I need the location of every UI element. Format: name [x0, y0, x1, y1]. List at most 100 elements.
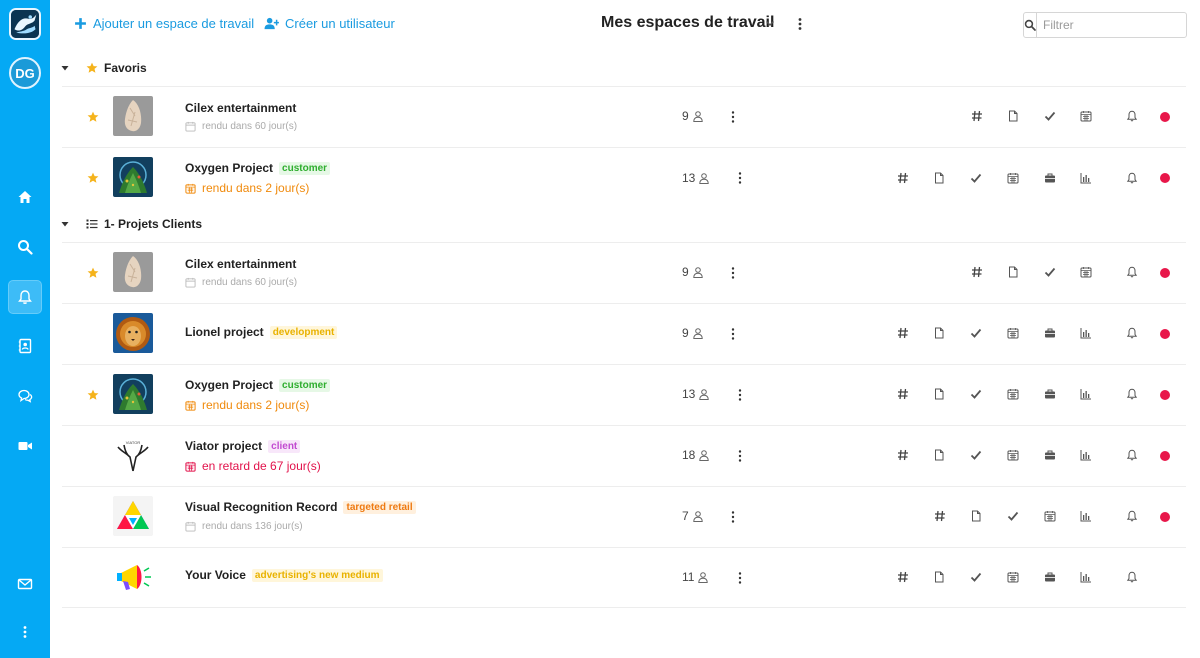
workspace-row[interactable]: Oxygen Project customer rendu dans 2 jour…	[62, 364, 1186, 425]
channels-button[interactable]	[896, 387, 910, 401]
channels-button[interactable]	[970, 265, 984, 279]
members-count[interactable]: 13	[682, 387, 710, 401]
workspace-thumbnail[interactable]	[113, 374, 153, 414]
documents-button[interactable]	[1006, 265, 1020, 279]
group-header-client-projects[interactable]: 1- Projets Clients	[60, 213, 202, 235]
channels-button[interactable]	[896, 448, 910, 462]
row-menu-icon[interactable]	[730, 327, 736, 341]
stats-button[interactable]	[1079, 171, 1093, 185]
workspace-menu-icon[interactable]	[795, 16, 805, 32]
caret-down-icon[interactable]	[60, 219, 70, 229]
favorite-star-icon[interactable]	[87, 267, 99, 279]
user-avatar[interactable]: DG	[9, 57, 41, 89]
caret-down-icon[interactable]	[60, 63, 70, 73]
workspace-name[interactable]: Your Voice advertising's new medium	[185, 568, 383, 582]
calendar-button[interactable]	[1079, 265, 1093, 279]
tasks-button[interactable]	[969, 171, 983, 185]
portfolio-button[interactable]	[1043, 326, 1057, 340]
workspace-name[interactable]: Visual Recognition Record targeted retail	[185, 500, 416, 514]
stats-button[interactable]	[1079, 509, 1093, 523]
calendar-button[interactable]	[1006, 570, 1020, 584]
tasks-button[interactable]	[1043, 265, 1057, 279]
calendar-button[interactable]	[1043, 509, 1057, 523]
sidebar-item-contacts[interactable]	[8, 329, 42, 363]
tasks-button[interactable]	[969, 570, 983, 584]
workspace-thumbnail[interactable]	[113, 496, 153, 536]
favorite-star-icon[interactable]	[87, 172, 99, 184]
members-count[interactable]: 9	[682, 109, 703, 123]
channels-button[interactable]	[896, 570, 910, 584]
workspace-thumbnail[interactable]: VIATOR	[113, 435, 153, 475]
notifications-button[interactable]	[1125, 448, 1139, 462]
workspace-name[interactable]: Oxygen Project customer	[185, 378, 331, 392]
notifications-button[interactable]	[1125, 387, 1139, 401]
members-count[interactable]: 13	[682, 171, 710, 185]
row-menu-icon[interactable]	[737, 571, 743, 585]
sidebar-item-more[interactable]	[8, 615, 42, 649]
workspace-name[interactable]: Viator project client	[185, 439, 301, 453]
group-header-favorites[interactable]: Favoris	[60, 57, 147, 79]
portfolio-button[interactable]	[1043, 448, 1057, 462]
tasks-button[interactable]	[969, 387, 983, 401]
workspace-name[interactable]: Oxygen Project customer	[185, 161, 331, 175]
workspace-thumbnail[interactable]	[113, 157, 153, 197]
row-menu-icon[interactable]	[737, 388, 743, 402]
create-user-button[interactable]: Créer un utilisateur	[264, 16, 395, 31]
members-count[interactable]: 11	[682, 570, 709, 584]
portfolio-button[interactable]	[1043, 570, 1057, 584]
notifications-button[interactable]	[1125, 326, 1139, 340]
notifications-button[interactable]	[1125, 265, 1139, 279]
workspace-name[interactable]: Lionel project development	[185, 325, 338, 339]
notifications-button[interactable]	[1125, 109, 1139, 123]
members-count[interactable]: 7	[682, 509, 703, 523]
workspace-row[interactable]: VIATOR Viator project client en retard de…	[62, 425, 1186, 486]
channels-button[interactable]	[896, 326, 910, 340]
workspace-name[interactable]: Cilex entertainment	[185, 257, 296, 271]
workspace-thumbnail[interactable]	[113, 557, 153, 597]
calendar-button[interactable]	[1079, 109, 1093, 123]
documents-button[interactable]	[932, 171, 946, 185]
workspace-name[interactable]: Cilex entertainment	[185, 101, 296, 115]
workspace-row[interactable]: Your Voice advertising's new medium 11	[62, 547, 1186, 608]
stats-button[interactable]	[1079, 326, 1093, 340]
portfolio-button[interactable]	[1043, 171, 1057, 185]
filter-search-button[interactable]	[1024, 13, 1037, 37]
add-workspace-button[interactable]: Ajouter un espace de travail	[74, 16, 254, 31]
row-menu-icon[interactable]	[737, 171, 743, 185]
calendar-button[interactable]	[1006, 448, 1020, 462]
row-menu-icon[interactable]	[730, 110, 736, 124]
calendar-button[interactable]	[1006, 171, 1020, 185]
sidebar-item-mail[interactable]	[8, 567, 42, 601]
sidebar-item-chat[interactable]	[8, 379, 42, 413]
documents-button[interactable]	[932, 448, 946, 462]
workspace-row[interactable]: Cilex entertainment rendu dans 60 jour(s…	[62, 242, 1186, 303]
favorite-star-icon[interactable]	[87, 111, 99, 123]
portfolio-button[interactable]	[1043, 387, 1057, 401]
row-menu-icon[interactable]	[730, 266, 736, 280]
workspace-row[interactable]: Cilex entertainment rendu dans 60 jour(s…	[62, 86, 1186, 147]
workspace-row[interactable]: Visual Recognition Record targeted retail…	[62, 486, 1186, 547]
row-menu-icon[interactable]	[730, 510, 736, 524]
stats-button[interactable]	[1079, 387, 1093, 401]
documents-button[interactable]	[969, 509, 983, 523]
documents-button[interactable]	[932, 570, 946, 584]
favorite-star-icon[interactable]	[87, 389, 99, 401]
stats-button[interactable]	[1079, 570, 1093, 584]
stats-button[interactable]	[1079, 448, 1093, 462]
workspace-row[interactable]: Oxygen Project customer rendu dans 2 jour…	[62, 147, 1186, 208]
chevron-down-icon[interactable]	[764, 17, 776, 29]
workspace-thumbnail[interactable]	[113, 96, 153, 136]
channels-button[interactable]	[896, 171, 910, 185]
documents-button[interactable]	[932, 387, 946, 401]
channels-button[interactable]	[970, 109, 984, 123]
filter-input[interactable]	[1037, 13, 1198, 37]
sidebar-item-search[interactable]	[8, 230, 42, 264]
row-menu-icon[interactable]	[737, 449, 743, 463]
tasks-button[interactable]	[1043, 109, 1057, 123]
documents-button[interactable]	[1006, 109, 1020, 123]
workspace-thumbnail[interactable]	[113, 252, 153, 292]
tasks-button[interactable]	[969, 448, 983, 462]
app-logo[interactable]	[9, 8, 41, 40]
notifications-button[interactable]	[1125, 570, 1139, 584]
sidebar-item-home[interactable]	[8, 180, 42, 214]
